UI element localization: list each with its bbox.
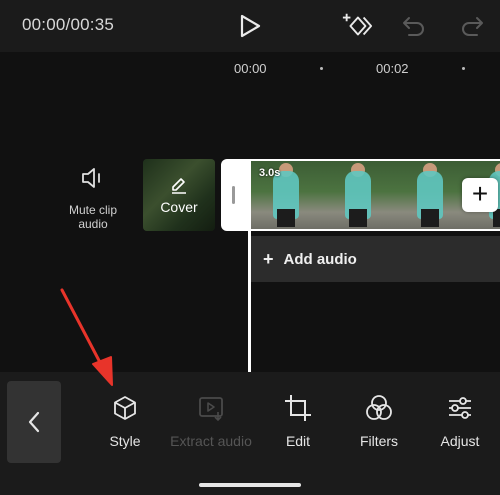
pencil-icon	[172, 178, 186, 194]
tool-filters-label: Filters	[359, 433, 399, 449]
playback-time: 00:00/00:35	[22, 15, 115, 34]
tool-style-label: Style	[109, 433, 141, 449]
sliders-icon	[436, 392, 484, 424]
play-icon[interactable]	[234, 10, 266, 42]
undo-icon[interactable]	[398, 10, 430, 42]
keyframe-add-icon[interactable]	[341, 10, 373, 42]
add-audio-label: Add audio	[283, 250, 357, 268]
back-button[interactable]	[7, 381, 61, 463]
extract-audio-icon	[168, 392, 254, 424]
cube-icon	[104, 392, 146, 424]
clip-frame	[323, 161, 395, 229]
tool-extract-audio-label: Extract audio	[170, 433, 252, 449]
ruler-label-start: 00:00	[234, 61, 267, 76]
tool-filters[interactable]: Filters	[356, 392, 402, 449]
plus-icon: +	[471, 178, 489, 209]
mute-clip-audio-button[interactable]: Mute clip audio	[62, 166, 124, 231]
tool-edit[interactable]: Edit	[282, 392, 314, 449]
tool-style[interactable]: Style	[104, 392, 146, 449]
filters-icon	[356, 392, 402, 424]
mute-clip-audio-label: Mute clip audio	[68, 203, 118, 231]
redo-icon[interactable]	[456, 10, 488, 42]
home-indicator[interactable]	[199, 483, 301, 487]
add-audio-button[interactable]: + Add audio	[251, 236, 500, 282]
playhead[interactable]	[248, 207, 251, 399]
ruler-tick	[320, 67, 323, 70]
ruler-tick	[462, 67, 465, 70]
speaker-icon	[82, 168, 100, 188]
tool-edit-label: Edit	[285, 433, 311, 449]
clip-duration: 3.0s	[259, 167, 281, 179]
ruler-label-2s: 00:02	[376, 61, 409, 76]
chevron-left-icon	[28, 411, 40, 433]
clip-trim-handle[interactable]	[232, 186, 235, 204]
tool-extract-audio[interactable]: Extract audio	[168, 392, 254, 449]
plus-icon: +	[263, 248, 274, 269]
time-ruler: 00:00 00:02	[0, 52, 500, 82]
cover-button[interactable]: Cover	[143, 159, 215, 231]
tool-adjust-label: Adjust	[440, 433, 480, 449]
timeline-area[interactable]: Mute clip audio Cover 3.0s + + Add audio	[0, 82, 500, 399]
clip-frame	[395, 161, 467, 229]
crop-icon	[282, 392, 314, 424]
tool-adjust[interactable]: Adjust	[436, 392, 484, 449]
cover-label: Cover	[160, 199, 198, 215]
add-clip-button[interactable]: +	[462, 178, 498, 212]
player-bar: 00:00/00:35	[0, 0, 500, 52]
